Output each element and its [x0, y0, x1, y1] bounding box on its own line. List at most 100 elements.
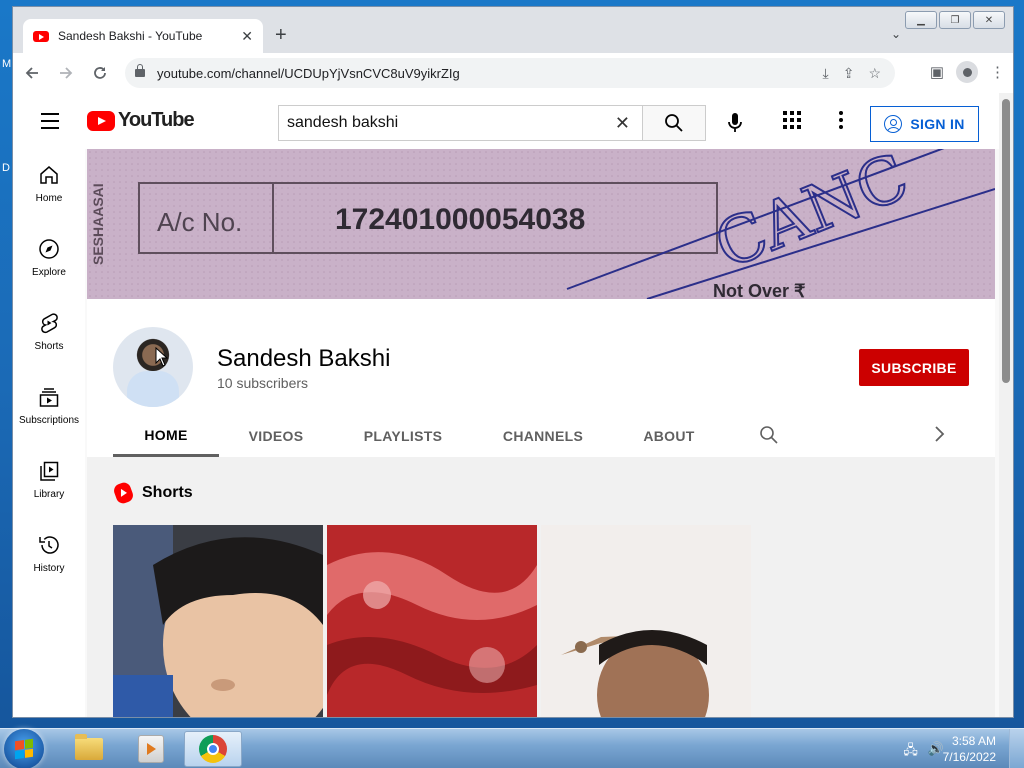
back-button[interactable]	[17, 58, 47, 88]
tab-channels[interactable]: CHANNELS	[473, 415, 613, 457]
reload-button[interactable]	[85, 58, 115, 88]
guide-label: Library	[33, 489, 65, 500]
clock-date: 7/16/2022	[942, 750, 996, 764]
hamburger-menu-icon[interactable]	[41, 113, 59, 134]
volume-icon[interactable]: 🔊	[928, 741, 944, 763]
banner-vertical-text: SESHAASAI	[90, 183, 106, 265]
guide-item-home[interactable]: Home	[13, 149, 85, 223]
new-tab-button[interactable]: +	[275, 25, 287, 45]
settings-menu-icon[interactable]	[839, 111, 843, 129]
minimize-button[interactable]: ▁	[905, 11, 937, 29]
guide-label: Explore	[32, 267, 66, 278]
guide-label: Subscriptions	[18, 415, 80, 426]
back-arrow-icon	[25, 67, 38, 79]
tab-close-icon[interactable]: ✕	[241, 28, 253, 45]
subscriber-count: 10 subscribers	[217, 375, 309, 391]
forward-button[interactable]	[51, 58, 81, 88]
page-scrollbar[interactable]	[999, 93, 1013, 717]
channel-banner: SESHAASAI A/c No. 172401000054038 CANC N…	[87, 149, 995, 299]
guide-item-explore[interactable]: Explore	[13, 223, 85, 297]
home-icon	[37, 163, 61, 187]
scrollbar-thumb[interactable]	[1002, 99, 1010, 383]
lock-icon[interactable]	[135, 64, 145, 77]
voice-search-button[interactable]	[717, 105, 753, 141]
side-panel-icon[interactable]: ▣	[930, 63, 944, 81]
profile-avatar-icon[interactable]	[956, 61, 978, 83]
install-app-icon[interactable]: ⤓	[823, 65, 829, 82]
youtube-apps-icon[interactable]	[783, 111, 801, 129]
share-icon[interactable]: ⇪	[843, 65, 855, 82]
taskbar-media-player[interactable]	[122, 731, 180, 767]
media-player-icon	[138, 735, 164, 763]
shorts-icon	[37, 311, 61, 335]
close-window-button[interactable]: ✕	[973, 11, 1005, 29]
search-input[interactable]: sandesh bakshi ✕	[278, 105, 642, 141]
shorts-shelf	[113, 525, 751, 717]
guide-item-history[interactable]: History	[13, 519, 85, 593]
forward-arrow-icon	[60, 67, 73, 79]
guide-label: History	[33, 563, 65, 574]
sign-in-label: SIGN IN	[910, 116, 965, 132]
clear-search-icon[interactable]: ✕	[615, 113, 630, 134]
taskbar-explorer[interactable]	[60, 731, 118, 767]
search-button[interactable]	[642, 105, 706, 141]
youtube-favicon-icon	[33, 30, 49, 42]
channel-search-icon[interactable]	[759, 425, 779, 450]
tab-strip: Sandesh Bakshi - YouTube ✕ + ⌄ ▁ ❐ ✕	[13, 7, 1013, 53]
mini-guide: Home Explore Shorts Subscriptions Librar…	[13, 149, 85, 717]
short-thumbnail[interactable]	[113, 525, 323, 717]
tab-search-chevron-icon[interactable]: ⌄	[891, 27, 901, 41]
account-icon	[884, 115, 903, 133]
tab-playlists[interactable]: PLAYLISTS	[333, 415, 473, 457]
section-title: Shorts	[142, 484, 193, 501]
tabs-next-chevron-icon[interactable]	[933, 425, 945, 448]
reload-icon	[94, 67, 106, 79]
youtube-logo[interactable]: YouTube	[87, 109, 195, 132]
bookmark-star-icon[interactable]: ☆	[868, 65, 881, 82]
show-desktop-button[interactable]	[1009, 729, 1024, 768]
browser-menu-icon[interactable]: ⋮	[990, 63, 1005, 81]
network-icon[interactable]: 🖧	[903, 741, 918, 763]
taskbar-clock[interactable]: 3:58 AM 7/16/2022	[943, 733, 996, 765]
guide-item-subscriptions[interactable]: Subscriptions	[13, 371, 85, 445]
channel-name: Sandesh Bakshi	[217, 345, 391, 372]
search-query[interactable]: sandesh bakshi	[287, 114, 615, 132]
banner-ac-label: A/c No.	[157, 207, 242, 237]
clock-time: 3:58 AM	[951, 734, 996, 748]
guide-label: Home	[35, 193, 63, 204]
short-thumbnail[interactable]	[541, 525, 751, 717]
system-tray: 🖧 🔊	[903, 741, 944, 763]
short-thumbnail[interactable]	[327, 525, 537, 717]
taskbar-chrome[interactable]	[184, 731, 242, 767]
url-text[interactable]: youtube.com/channel/UCDUpYjVsnCVC8uV9yik…	[157, 66, 823, 81]
desktop-icon-label[interactable]: D	[2, 162, 10, 174]
youtube-play-icon	[87, 110, 115, 131]
sign-in-button[interactable]: SIGN IN	[870, 106, 979, 142]
youtube-wordmark: YouTube	[118, 109, 195, 131]
microphone-icon	[728, 113, 742, 132]
guide-item-library[interactable]: Library	[13, 445, 85, 519]
compass-icon	[37, 237, 61, 261]
folder-icon	[75, 734, 103, 760]
history-icon	[37, 533, 61, 557]
guide-item-shorts[interactable]: Shorts	[13, 297, 85, 371]
library-icon	[37, 459, 61, 483]
browser-window: Sandesh Bakshi - YouTube ✕ + ⌄ ▁ ❐ ✕ you…	[12, 6, 1014, 718]
window-controls: ▁ ❐ ✕	[905, 11, 1005, 29]
mouse-cursor-icon	[155, 347, 169, 367]
address-bar[interactable]: youtube.com/channel/UCDUpYjVsnCVC8uV9yik…	[125, 58, 895, 88]
tab-about[interactable]: ABOUT	[613, 415, 725, 457]
toolbar-right: ▣ ⋮	[930, 61, 1005, 83]
search-icon	[665, 114, 683, 132]
start-button[interactable]	[4, 729, 44, 768]
subscribe-button[interactable]: SUBSCRIBE	[859, 349, 969, 386]
restore-button[interactable]: ❐	[939, 11, 971, 29]
tab-videos[interactable]: VIDEOS	[219, 415, 333, 457]
chrome-icon	[199, 735, 227, 763]
channel-avatar[interactable]	[113, 327, 193, 407]
tab-home[interactable]: HOME	[113, 415, 219, 457]
desktop-icon-label[interactable]: M	[2, 58, 11, 70]
browser-tab[interactable]: Sandesh Bakshi - YouTube ✕	[23, 19, 263, 53]
subscriptions-icon	[37, 385, 61, 409]
youtube-page: YouTube sandesh bakshi ✕ SIGN IN Home Ex…	[13, 93, 999, 717]
